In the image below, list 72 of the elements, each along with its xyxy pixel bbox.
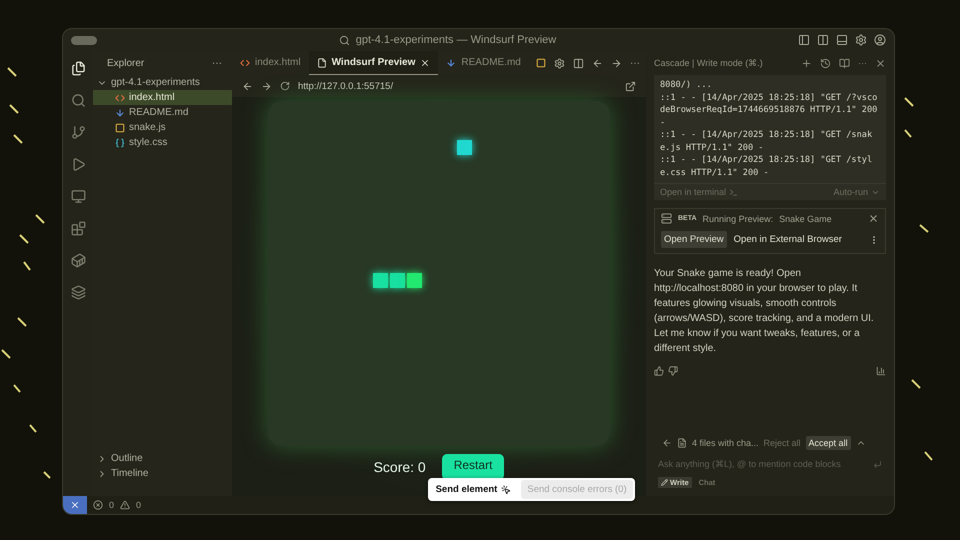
file-item[interactable]: snake.js	[93, 120, 232, 135]
snake-segment	[373, 273, 388, 288]
search-icon[interactable]	[338, 34, 350, 46]
back-icon[interactable]	[592, 58, 603, 68]
error-icon	[93, 500, 103, 510]
split-icon[interactable]	[573, 58, 584, 68]
explorer-title: Explorer	[107, 58, 144, 68]
history-icon[interactable]	[820, 58, 831, 68]
close-icon[interactable]	[420, 58, 430, 68]
external-link-icon[interactable]	[625, 80, 636, 92]
window-title: gpt-4.1-experiments — Windsurf Preview	[356, 34, 556, 46]
split-icon[interactable]	[817, 34, 829, 46]
snake-segment	[407, 273, 422, 288]
section-header[interactable]: Timeline	[93, 466, 232, 481]
thumbs-down-icon[interactable]	[668, 366, 678, 376]
snake-segment	[390, 273, 405, 288]
changes-summary: 4 files with cha...	[692, 438, 759, 448]
section-header[interactable]: Outline	[93, 451, 232, 466]
window-controls-pill[interactable]	[71, 36, 97, 44]
terminal-icon	[729, 188, 738, 196]
forward-icon[interactable]	[261, 80, 272, 92]
back-icon[interactable]	[662, 438, 672, 448]
code-icon	[240, 58, 250, 68]
bar-chart-icon[interactable]	[876, 366, 886, 376]
book-icon[interactable]	[839, 58, 850, 68]
forward-icon[interactable]	[611, 58, 622, 68]
reload-icon[interactable]	[280, 81, 290, 91]
more-button[interactable]: ···	[212, 58, 222, 68]
terminal-line: ::1 - - [14/Apr/2025 18:25:18] "GET /snake.js HTTP/1.1" 200 -	[660, 129, 874, 154]
folder-item[interactable]: gpt-4.1-experiments	[93, 75, 232, 90]
accept-all-button[interactable]: Accept all	[806, 436, 851, 450]
warning-count: 0	[136, 500, 142, 510]
file-icon	[316, 58, 327, 68]
server-icon	[661, 213, 672, 224]
panel-left-icon[interactable]	[798, 34, 810, 46]
preview-label: Running Preview:	[702, 214, 774, 224]
pencil-icon	[661, 479, 668, 486]
file-item[interactable]: style.css	[93, 135, 232, 150]
editor-tab[interactable]: index.html	[232, 51, 309, 75]
terminal-line: ::1 - - [14/Apr/2025 18:25:18] "GET /style.css HTTP/1.1" 200 -	[660, 154, 874, 179]
braces-icon	[115, 138, 125, 148]
file-item[interactable]: index.html	[93, 90, 232, 105]
code-icon	[115, 92, 125, 102]
more-button[interactable]: ···	[858, 58, 867, 68]
file-item[interactable]: README.md	[93, 105, 232, 120]
score-label: Score: 0	[374, 459, 426, 475]
preview-button[interactable]: Open in External Browser	[730, 231, 845, 248]
assistant-message: Your Snake game is ready! Open http://localhost:8080 in your browser to play. It features glowing visuals, smooth controls (arrows/WASD), score tracking, and a modern UI. Let me know if you want tweaks, features, or a different style.	[654, 267, 875, 356]
settings-icon[interactable]	[855, 34, 867, 46]
preview-name: Snake Game	[779, 214, 833, 224]
error-count: 0	[109, 500, 114, 510]
settings-icon[interactable]	[554, 58, 565, 68]
preview-button[interactable]: Open Preview	[661, 231, 727, 248]
warning-icon	[120, 500, 130, 510]
restart-button[interactable]: Restart	[442, 454, 504, 480]
panel-title: Cascade | Write mode (⌘.)	[654, 58, 764, 68]
pointer-icon	[501, 484, 512, 494]
terminal-line: ::1 - - [14/Apr/2025 18:25:18] "GET /?vscodeBrowserReqId=1744669518876 HTTP/1.1" 200 -	[660, 92, 878, 129]
file-icon	[677, 438, 687, 448]
plus-icon[interactable]	[801, 58, 812, 68]
more-button[interactable]: ···	[630, 58, 640, 68]
panel-bottom-icon[interactable]	[836, 34, 848, 46]
thumbs-up-icon[interactable]	[654, 366, 664, 376]
editor-tab[interactable]: README.md	[438, 51, 529, 75]
enter-icon	[873, 460, 882, 468]
remote-button[interactable]	[63, 496, 87, 514]
close-icon[interactable]	[868, 213, 879, 224]
editor-tab[interactable]: Windsurf Preview	[308, 51, 438, 75]
back-icon[interactable]	[242, 80, 253, 92]
account-icon[interactable]	[874, 34, 886, 46]
terminal-line: 8080/) ...	[660, 79, 713, 92]
food-square	[457, 140, 472, 155]
